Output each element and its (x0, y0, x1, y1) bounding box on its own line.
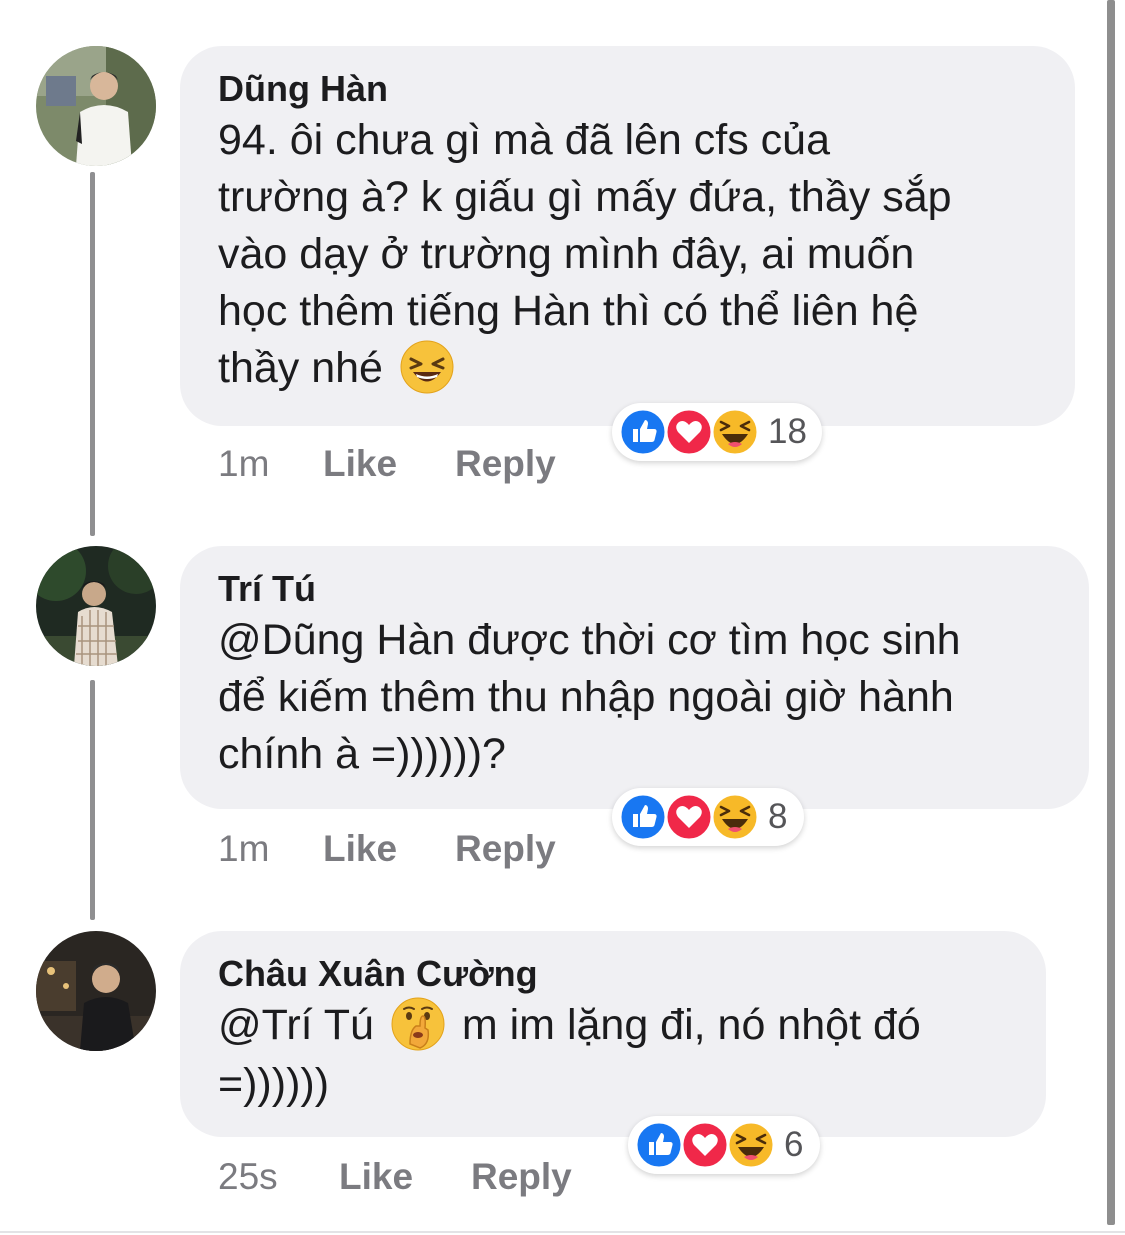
mention-link[interactable]: @Dũng Hàn (218, 616, 455, 664)
comment-text: 94. ôi chưa gì mà đã lên cfs của trường … (218, 112, 1037, 399)
comment-author[interactable]: Trí Tú (218, 566, 1051, 612)
divider (0, 1231, 1125, 1233)
like-button[interactable]: Like (339, 1157, 413, 1197)
like-button[interactable]: Like (323, 444, 397, 484)
comment-body: 94. ôi chưa gì mà đã lên cfs của trường … (218, 116, 952, 392)
mention-link[interactable]: @Trí Tú (218, 1001, 374, 1049)
comment-text: @Dũng Hàn được thời cơ tìm học sinh để k… (218, 612, 1051, 783)
love-icon (664, 792, 714, 842)
reaction-summary[interactable]: 18 (612, 403, 822, 461)
comment-text: @Trí Tú m im lặng đi, nó nhột đó =)))))) (218, 997, 1008, 1113)
avatar[interactable] (36, 46, 156, 166)
thread-connector-line (90, 172, 95, 536)
comment-bubble[interactable]: Châu Xuân Cường @Trí Tú m im lặng đi, nó… (180, 931, 1046, 1137)
comment-author[interactable]: Dũng Hàn (218, 66, 1037, 112)
comment-thread: Dũng Hàn 94. ôi chưa gì mà đã lên cfs củ… (0, 0, 1125, 1235)
like-icon (634, 1120, 684, 1170)
reply-button[interactable]: Reply (471, 1157, 572, 1197)
haha-icon (710, 792, 760, 842)
comment-bubble[interactable]: Dũng Hàn 94. ôi chưa gì mà đã lên cfs củ… (180, 46, 1075, 426)
timestamp: 25s (218, 1156, 278, 1197)
reaction-summary[interactable]: 8 (612, 788, 804, 846)
love-icon (680, 1120, 730, 1170)
comment-author[interactable]: Châu Xuân Cường (218, 951, 1008, 997)
like-icon (618, 407, 668, 457)
shushing-face-emoji-icon (390, 996, 446, 1052)
haha-icon (726, 1120, 776, 1170)
timestamp: 1m (218, 828, 270, 869)
like-icon (618, 792, 668, 842)
reaction-summary[interactable]: 6 (628, 1116, 820, 1174)
comment-bubble[interactable]: Trí Tú @Dũng Hàn được thời cơ tìm học si… (180, 546, 1089, 809)
laughing-face-emoji-icon (399, 339, 455, 395)
reaction-count: 18 (768, 412, 807, 451)
scrollbar[interactable] (1107, 0, 1115, 1225)
reply-button[interactable]: Reply (455, 829, 556, 869)
reaction-count: 8 (768, 797, 788, 836)
reaction-count: 6 (784, 1125, 804, 1164)
avatar[interactable] (36, 546, 156, 666)
love-icon (664, 407, 714, 457)
haha-icon (710, 407, 760, 457)
avatar[interactable] (36, 931, 156, 1051)
timestamp: 1m (218, 443, 270, 484)
thread-connector-line (90, 680, 95, 920)
reply-button[interactable]: Reply (455, 444, 556, 484)
like-button[interactable]: Like (323, 829, 397, 869)
